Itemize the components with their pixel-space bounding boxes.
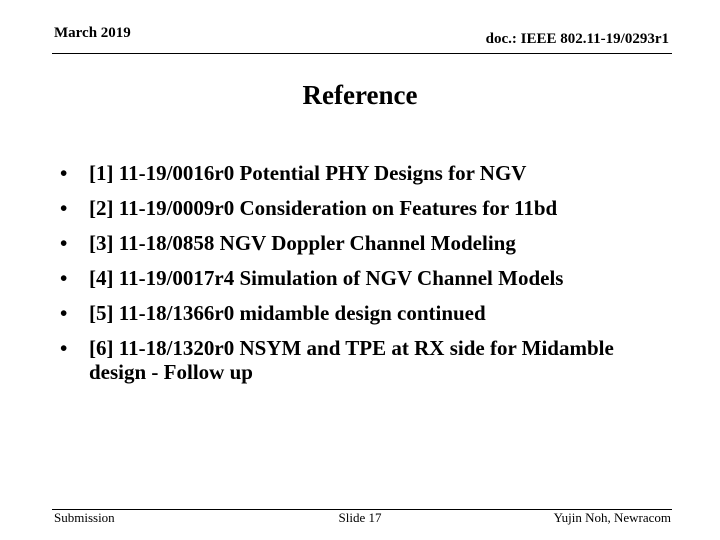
reference-text: [5] 11-18/1366r0 midamble design continu… bbox=[89, 301, 486, 325]
header-divider bbox=[52, 53, 672, 54]
bullet-icon: • bbox=[60, 266, 68, 290]
reference-text: [1] 11-19/0016r0 Potential PHY Designs f… bbox=[89, 161, 527, 185]
bullet-icon: • bbox=[60, 161, 68, 185]
header-date: March 2019 bbox=[54, 25, 131, 41]
bullet-icon: • bbox=[60, 336, 68, 360]
reference-text: [6] 11-18/1320r0 NSYM and TPE at RX side… bbox=[89, 336, 614, 384]
reference-text: [4] 11-19/0017r4 Simulation of NGV Chann… bbox=[89, 266, 564, 290]
reference-text: [3] 11-18/0858 NGV Doppler Channel Model… bbox=[89, 231, 516, 255]
reference-item: • [3] 11-18/0858 NGV Doppler Channel Mode… bbox=[60, 231, 660, 256]
footer-author: Yujin Noh, Newracom bbox=[553, 510, 671, 525]
reference-item: • [6] 11-18/1320r0 NSYM and TPE at RX sid… bbox=[60, 336, 660, 384]
slide-title: Reference bbox=[302, 80, 418, 110]
header-doc-id: doc.: IEEE 802.11-19/0293r1 bbox=[485, 31, 669, 47]
reference-item: • [5] 11-18/1366r0 midamble design contin… bbox=[60, 301, 660, 326]
reference-item: • [1] 11-19/0016r0 Potential PHY Designs … bbox=[60, 161, 660, 186]
reference-list: • [1] 11-19/0016r0 Potential PHY Designs … bbox=[60, 161, 660, 396]
bullet-icon: • bbox=[60, 301, 68, 325]
bullet-icon: • bbox=[60, 231, 68, 255]
reference-text: [2] 11-19/0009r0 Consideration on Featur… bbox=[89, 196, 558, 220]
reference-item: • [2] 11-19/0009r0 Consideration on Featu… bbox=[60, 196, 660, 221]
reference-item: • [4] 11-19/0017r4 Simulation of NGV Chan… bbox=[60, 266, 660, 291]
bullet-icon: • bbox=[60, 196, 68, 220]
